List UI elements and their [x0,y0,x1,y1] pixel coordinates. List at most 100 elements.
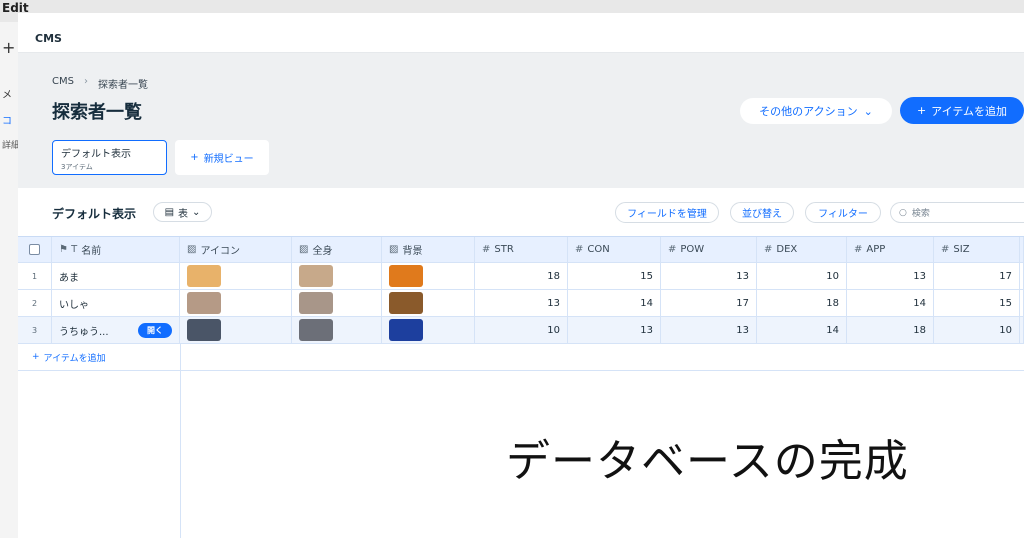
column-header-con[interactable]: # CON [568,237,661,262]
add-item-row-button[interactable]: + アイテムを追加 [18,344,180,370]
cell-pow[interactable]: 17 [661,290,757,316]
icon-thumbnail [187,265,221,287]
column-label: 名前 [81,246,102,257]
overlay-caption: データベースの完成 [506,436,909,487]
cell-name[interactable]: いしゃ [52,290,180,316]
cell-bg[interactable] [382,290,475,316]
editor-nav-item-active[interactable]: コ [2,112,12,127]
cell-name-text: うちゅう... [59,326,109,338]
cell-full[interactable] [292,263,382,289]
column-header-bg[interactable]: ▨ 背景 [382,237,475,262]
cell-dex[interactable]: 14 [757,317,847,343]
layout-select[interactable]: ▤ 表 ⌄ [153,202,212,222]
column-label: STR [494,244,514,255]
table-row[interactable]: 1 あま 18 15 13 10 13 17 [18,263,1024,290]
column-header-str[interactable]: # STR [475,237,568,262]
cell-app[interactable]: 14 [847,290,934,316]
column-header-name[interactable]: ⚑ T 名前 [52,237,180,262]
page-header: CMS › 探索者一覧 探索者一覧 その他のアクション ⌄ + アイテムを追加 … [18,53,1024,188]
cell-app[interactable]: 13 [847,263,934,289]
add-item-row-label: アイテムを追加 [43,353,106,364]
column-header-full[interactable]: ▨ 全身 [292,237,382,262]
cell-app[interactable]: 18 [847,317,934,343]
cell-full[interactable] [292,290,382,316]
cell-pow[interactable]: 13 [661,317,757,343]
editor-nav-item[interactable]: メ [2,86,12,101]
column-label: アイコン [200,246,240,257]
view-name: デフォルト表示 [61,149,131,160]
column-header-icon[interactable]: ▨ アイコン [180,237,292,262]
cell-str[interactable]: 13 [475,290,568,316]
manage-fields-label: フィールドを管理 [627,209,707,220]
number-icon: # [764,244,773,255]
select-all-checkbox[interactable] [18,237,52,262]
number-icon: # [482,244,491,255]
row-number: 2 [18,290,52,316]
cell-siz[interactable]: 15 [934,290,1020,316]
more-actions-button[interactable]: その他のアクション ⌄ [740,98,892,124]
cell-bg[interactable] [382,263,475,289]
column-label: CON [587,244,610,255]
sort-button[interactable]: 並び替え [730,202,794,223]
cell-siz[interactable]: 10 [934,317,1020,343]
row-divider [18,370,1024,371]
cell-bg[interactable] [382,317,475,343]
cms-modal: CMS CMS › 探索者一覧 探索者一覧 その他のアクション ⌄ + アイテム… [18,13,1024,538]
manage-fields-button[interactable]: フィールドを管理 [615,202,719,223]
full-body-thumbnail [299,319,333,341]
cell-con[interactable]: 14 [568,290,661,316]
column-header-pow[interactable]: # POW [661,237,757,262]
filter-label: フィルター [818,209,868,220]
table-view-title: デフォルト表示 [52,207,137,221]
cell-dex[interactable]: 18 [757,290,847,316]
image-icon: ▨ [187,244,197,255]
cell-con[interactable]: 13 [568,317,661,343]
filter-button[interactable]: フィルター [805,202,881,223]
cell-name[interactable]: あま [52,263,180,289]
column-header-dex[interactable]: # DEX [757,237,847,262]
cell-name[interactable]: うちゅう... 開く [52,317,180,343]
table-edge [1020,290,1024,316]
cell-siz[interactable]: 17 [934,263,1020,289]
table-row-selected[interactable]: 3 うちゅう... 開く 10 13 13 14 18 10 [18,317,1024,344]
modal-title: CMS [35,32,62,45]
full-body-thumbnail [299,292,333,314]
column-label: DEX [776,244,798,255]
new-view-button[interactable]: + 新規ビュー [175,140,269,175]
number-icon: # [941,244,950,255]
full-body-thumbnail [299,265,333,287]
row-number: 1 [18,263,52,289]
plus-icon: + [916,104,927,117]
table-toolbar: デフォルト表示 ▤ 表 ⌄ フィールドを管理 並び替え フィルター ○ 検索 [18,188,1024,236]
cell-dex[interactable]: 10 [757,263,847,289]
cell-con[interactable]: 15 [568,263,661,289]
cell-pow[interactable]: 13 [661,263,757,289]
table-layout-icon: ▤ [164,206,175,218]
layout-label: 表 [178,208,189,220]
plus-icon: + [190,152,199,163]
chevron-right-icon: › [83,76,88,87]
breadcrumb-root[interactable]: CMS [52,76,74,91]
search-input[interactable]: ○ 検索 [890,202,1024,223]
image-icon: ▨ [299,244,309,255]
column-divider [180,344,181,538]
cell-icon[interactable] [180,263,292,289]
view-default[interactable]: デフォルト表示 3アイテム [52,140,167,175]
background-thumbnail [389,319,423,341]
column-header-siz[interactable]: # SIZ [934,237,1020,262]
add-icon[interactable]: + [2,38,15,57]
column-label: 全身 [312,246,333,257]
cell-str[interactable]: 10 [475,317,568,343]
cell-icon[interactable] [180,290,292,316]
column-header-app[interactable]: # APP [847,237,934,262]
cell-icon[interactable] [180,317,292,343]
cell-str[interactable]: 18 [475,263,568,289]
number-icon: # [854,244,863,255]
table-row[interactable]: 2 いしゃ 13 14 17 18 14 15 [18,290,1024,317]
image-icon: ▨ [389,244,399,255]
search-icon: ○ [899,207,907,218]
cell-full[interactable] [292,317,382,343]
checkbox[interactable] [29,244,40,255]
open-item-button[interactable]: 開く [138,322,172,338]
add-item-button[interactable]: + アイテムを追加 [900,97,1024,124]
